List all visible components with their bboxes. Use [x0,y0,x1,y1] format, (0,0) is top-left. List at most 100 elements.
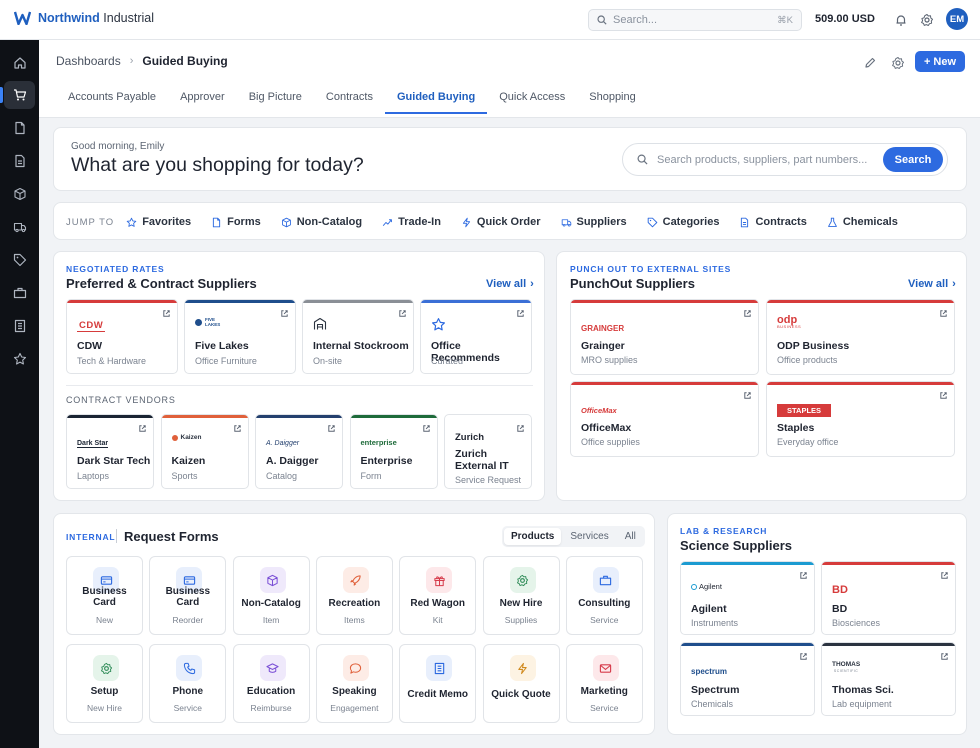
document-icon[interactable] [4,114,35,142]
jump-categories[interactable]: Categories [647,216,719,228]
tab-quick-access[interactable]: Quick Access [487,82,577,118]
briefcase-icon[interactable] [4,279,35,307]
supplier-tile-staples[interactable]: STAPLES Staples Everyday office [766,381,955,457]
breadcrumb: Dashboards › Guided Buying [56,54,228,68]
form-tile-setup-new-hire[interactable]: Setup New Hire [66,644,143,723]
supplier-tile-odp-business[interactable]: odp BUSINESS ODP Business Office products [766,299,955,375]
form-tile-education-reimburse[interactable]: Education Reimburse [232,644,310,723]
external-link-icon[interactable] [940,652,949,661]
form-tile-business-card-reorder[interactable]: Business Card Reorder [149,556,227,635]
form-tile-recreation-items[interactable]: Recreation Items [315,556,393,635]
tab-big-picture[interactable]: Big Picture [237,82,314,118]
supplier-tile-kaizen[interactable]: Kaizen Kaizen Sports [160,414,249,489]
form-label: Speaking [332,686,377,697]
external-link-icon[interactable] [280,309,289,318]
punchout-view-all[interactable]: View all › [908,278,956,290]
jump-favorites[interactable]: Favorites [126,216,191,228]
account-balance[interactable]: 509.00 USD [815,13,875,25]
supplier-subtitle: Office Furniture [195,356,257,366]
supplier-tile-spectrum[interactable]: spectrum Spectrum Chemicals [680,642,815,716]
supplier-tile-a-daigger[interactable]: A. Daigger A. Daigger Catalog [255,414,343,489]
tag-icon[interactable] [4,246,35,274]
external-link-icon[interactable] [799,571,808,580]
segment-all[interactable]: All [618,528,643,545]
external-link-icon[interactable] [516,309,525,318]
supplier-tile-officemax[interactable]: OfficeMax OfficeMax Office supplies [570,381,759,457]
supplier-subtitle: Lab equipment [832,699,892,709]
form-tile-non-catalog-item[interactable]: Non-Catalog Item [232,556,310,635]
jump-trade-in[interactable]: Trade-In [382,216,441,228]
form-tile-consulting-service[interactable]: Consulting Service [565,556,643,635]
form-tile-red-wagon-kit[interactable]: Red Wagon Kit [399,556,477,635]
settings-icon[interactable] [920,13,934,27]
supplier-tile-office-recommends[interactable]: Office Recommends Curated [420,299,532,374]
supplier-subtitle: Biosciences [832,618,881,628]
jump-label: Favorites [142,216,192,228]
truck-icon[interactable] [4,213,35,241]
tab-guided-buying[interactable]: Guided Buying [384,82,488,118]
global-search-input[interactable]: Search... ⌘K [588,9,802,31]
external-link-icon[interactable] [743,309,752,318]
file-icon[interactable] [4,147,35,175]
external-link-icon[interactable] [162,309,171,318]
external-link-icon[interactable] [138,424,147,433]
form-tile-quick-quote[interactable]: Quick Quote [482,644,560,723]
jump-chemicals[interactable]: Chemicals [827,216,898,228]
form-tile-marketing-service[interactable]: Marketing Service [565,644,643,723]
tab-contracts[interactable]: Contracts [314,82,385,118]
segment-services[interactable]: Services [563,528,615,545]
supplier-tile-dark-star-tech[interactable]: Dark Star Dark Star Tech Laptops [66,414,154,489]
external-link-icon[interactable] [516,424,525,433]
supplier-tile-thomas-sci[interactable]: THOMAS SCIENTIFIC Thomas Sci. Lab equipment [821,642,956,716]
product-search-input[interactable]: Search products, suppliers, part numbers… [622,143,948,176]
tab-accounts-payable[interactable]: Accounts Payable [56,82,168,118]
external-link-icon[interactable] [398,309,407,318]
star-icon[interactable] [4,345,35,373]
external-link-icon[interactable] [422,424,431,433]
ledger-icon[interactable] [4,312,35,340]
edit-icon[interactable] [863,56,877,70]
external-link-icon[interactable] [233,424,242,433]
jump-non-catalog[interactable]: Non-Catalog [281,216,362,228]
search-button[interactable]: Search [883,147,943,172]
settings-icon[interactable] [891,56,905,70]
external-link-icon[interactable] [940,571,949,580]
preferred-view-all[interactable]: View all › [486,278,534,290]
segment-products[interactable]: Products [504,528,562,545]
supplier-tile-cdw[interactable]: CDW CDW Tech & Hardware [66,299,178,374]
external-link-icon[interactable] [743,391,752,400]
jump-quick-order[interactable]: Quick Order [461,216,541,228]
user-avatar[interactable]: EM [946,8,968,30]
box-icon[interactable] [4,180,35,208]
brand-logo[interactable]: Northwind Industrial [14,11,154,25]
jump-forms[interactable]: Forms [211,216,261,228]
brand-color-bar [571,300,758,303]
supplier-tile-grainger[interactable]: GRAINGER Grainger MRO supplies [570,299,759,375]
external-link-icon[interactable] [799,652,808,661]
supplier-tile-five-lakes[interactable]: FIVE LAKES Five Lakes Office Furniture [184,299,296,374]
cart-icon[interactable] [0,81,35,109]
form-tile-credit-memo[interactable]: Credit Memo [399,644,477,723]
breadcrumb-parent[interactable]: Dashboards [56,54,121,68]
form-tile-phone-service[interactable]: Phone Service [149,644,227,723]
home-icon[interactable] [4,49,35,77]
form-label: Education [246,686,296,697]
bell-icon[interactable] [894,13,908,27]
supplier-tile-zurich-external-it[interactable]: Zurich Zurich External IT Service Request [444,414,532,489]
tab-approver[interactable]: Approver [168,82,237,118]
supplier-tile-internal-stockroom[interactable]: Internal Stockroom On-site [302,299,414,374]
form-tile-new-hire-supplies[interactable]: New Hire Supplies [482,556,560,635]
external-link-icon[interactable] [327,424,336,433]
jump-contracts[interactable]: Contracts [739,216,807,228]
external-link-icon[interactable] [939,309,948,318]
supplier-tile-agilent[interactable]: Agilent Agilent Instruments [680,561,815,635]
form-tile-business-card-new[interactable]: Business Card New [66,556,143,635]
brand-color-bar [303,300,413,303]
supplier-tile-bd[interactable]: BD BD Biosciences [821,561,956,635]
tab-shopping[interactable]: Shopping [577,82,648,118]
external-link-icon[interactable] [939,391,948,400]
supplier-tile-enterprise[interactable]: enterprise Enterprise Form [349,414,438,489]
form-tile-speaking-engagement[interactable]: Speaking Engagement [315,644,393,723]
jump-suppliers[interactable]: Suppliers [561,216,627,228]
new-button[interactable]: + New [915,51,965,72]
